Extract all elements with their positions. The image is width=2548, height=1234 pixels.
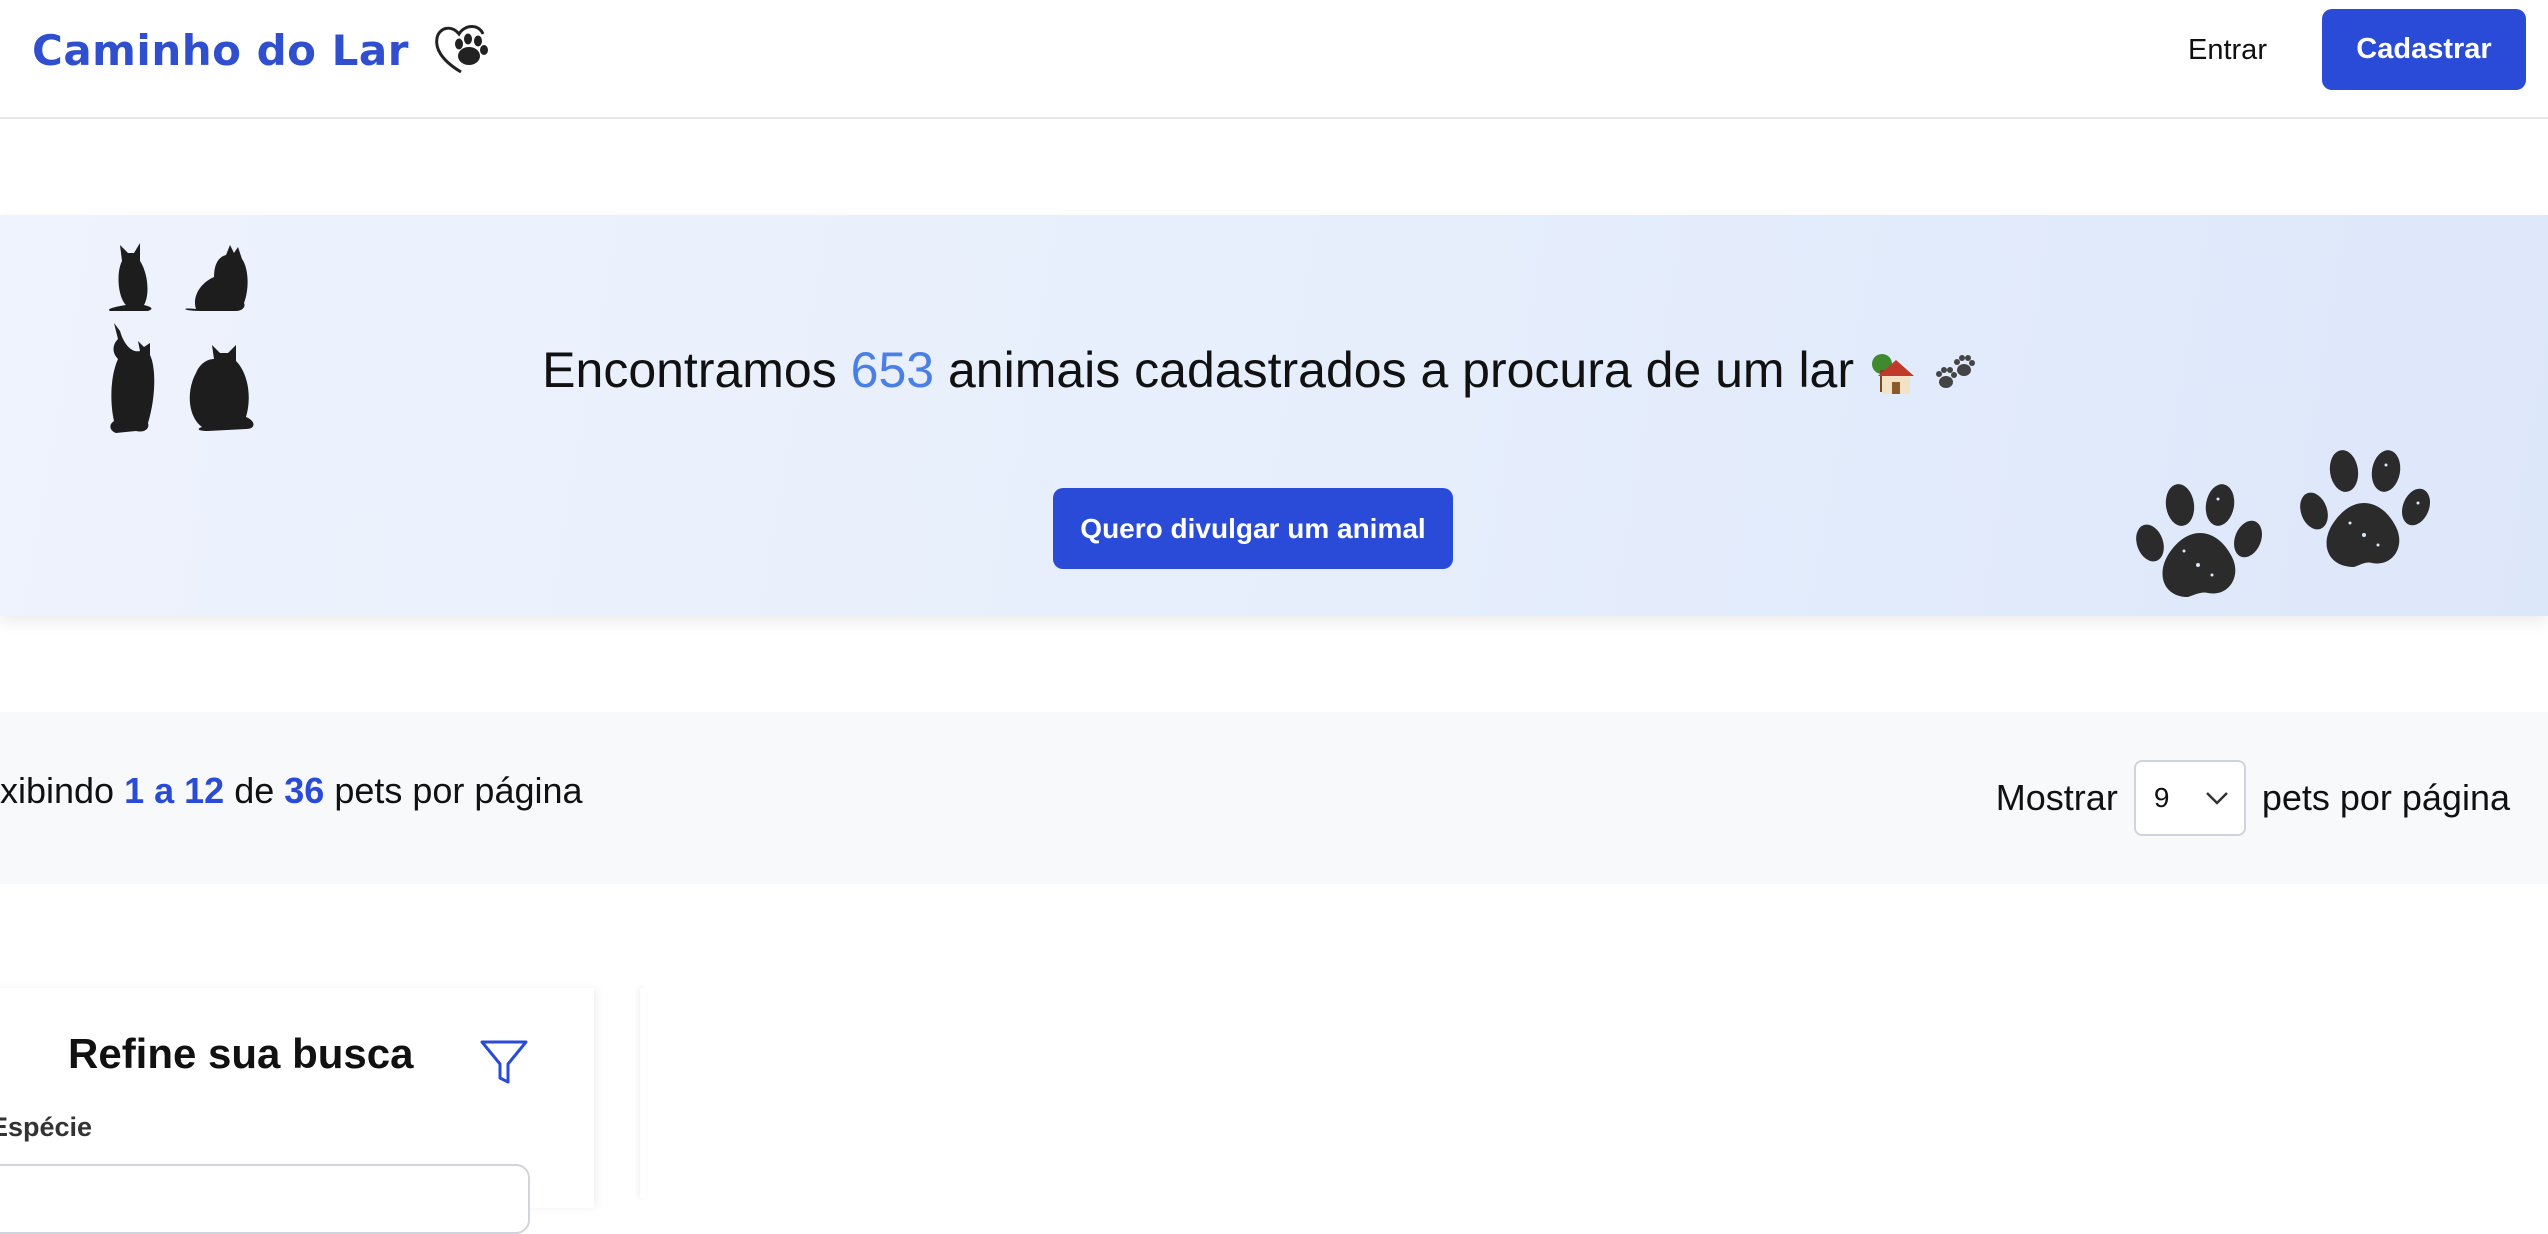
- results-range: 1 a 12: [124, 770, 225, 811]
- sidebar-title: Refine sua busca: [68, 1030, 414, 1077]
- paws-emoji-icon: [1935, 354, 1975, 388]
- paw-prints-icon: [2136, 450, 2430, 597]
- top-navbar: Caminho do Lar Entrar Cadastrar: [0, 0, 2548, 119]
- hero-banner: Encontramos 653 animais cadastrados a pr…: [0, 215, 2548, 616]
- cat-silhouettes-icon: [108, 243, 254, 433]
- filter-icon[interactable]: [476, 1034, 532, 1090]
- results-of: de: [234, 770, 275, 811]
- register-button[interactable]: Cadastrar: [2322, 9, 2526, 90]
- per-page-control: Mostrar 9 pets por página: [1996, 760, 2510, 836]
- chevron-down-icon: [2205, 792, 2228, 805]
- species-label: Espécie: [0, 1112, 93, 1142]
- results-total: 36: [284, 770, 325, 811]
- animal-count: 653: [850, 342, 935, 398]
- login-button[interactable]: Entrar: [2170, 22, 2285, 78]
- per-page-suffix: pets por página: [2261, 777, 2510, 818]
- show-label: Mostrar: [1995, 777, 2118, 818]
- per-page-select[interactable]: 9: [2133, 760, 2246, 836]
- filter-sidebar: Refine sua busca Espécie: [0, 988, 594, 1234]
- publish-animal-button[interactable]: Quero divulgar um animal: [1053, 488, 1453, 569]
- results-summary: xibindo 1 a 12 de 36 pets por página: [0, 770, 583, 812]
- results-suffix: pets por página: [334, 770, 583, 811]
- house-emoji-icon: [1871, 353, 1914, 394]
- hero-title-suffix: animais cadastrados a procura de um lar: [948, 342, 1855, 398]
- hero-title: Encontramos 653 animais cadastrados a pr…: [0, 341, 2520, 399]
- per-page-value: 9: [2153, 782, 2170, 813]
- brand[interactable]: Caminho do Lar: [32, 20, 495, 80]
- results-bar: xibindo 1 a 12 de 36 pets por página Mos…: [0, 712, 2548, 884]
- species-select[interactable]: [0, 1164, 530, 1234]
- brand-name: Caminho do Lar: [32, 25, 409, 75]
- paw-heart-logo-icon: [435, 25, 488, 74]
- results-content-area: [640, 988, 646, 1198]
- results-prefix: xibindo: [0, 770, 115, 811]
- hero-title-prefix: Encontramos: [542, 342, 837, 398]
